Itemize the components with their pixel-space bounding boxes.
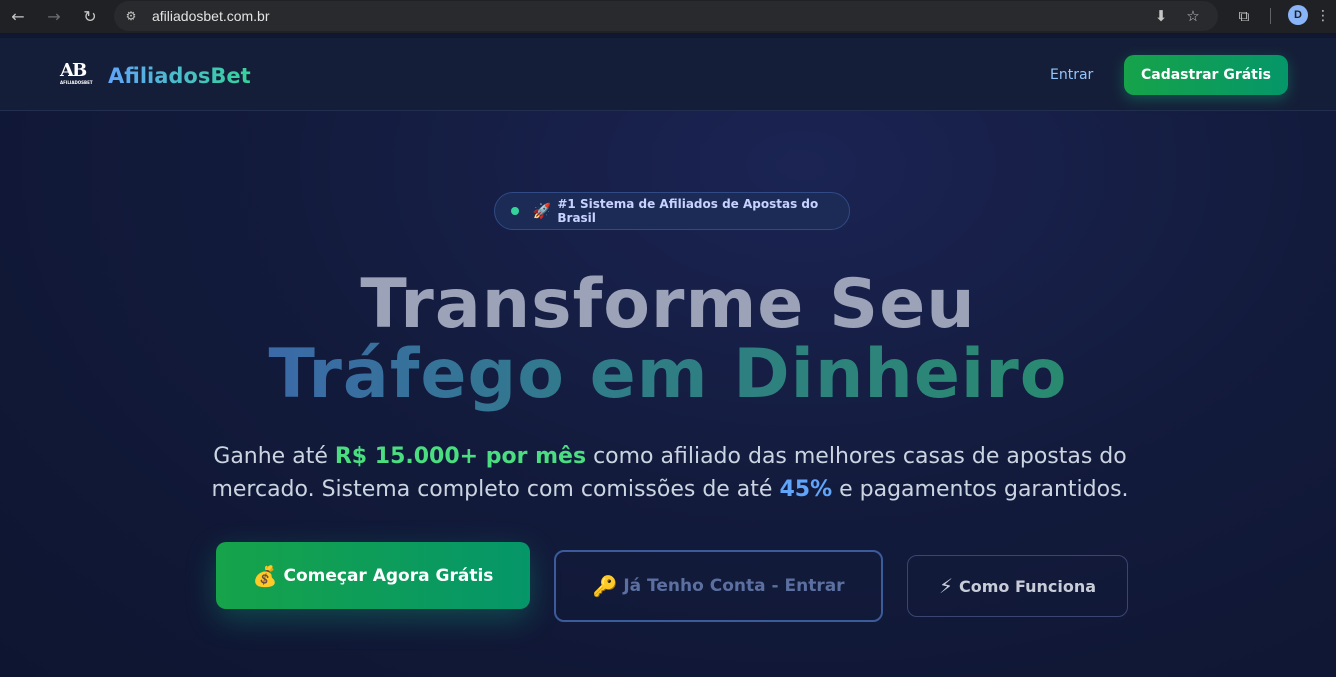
url-text[interactable]: afiliadosbet.com.br <box>152 8 270 24</box>
hero-title-line2: Tráfego em Dinheiro <box>0 335 1336 415</box>
hero-badge: 🚀 #1 Sistema de Afiliados de Apostas do … <box>494 192 850 230</box>
rocket-icon: 🚀 <box>532 202 552 220</box>
install-app-icon[interactable]: ⬇ <box>1150 5 1172 27</box>
forward-icon[interactable]: → <box>42 5 66 27</box>
login-link[interactable]: Entrar <box>1050 67 1093 83</box>
address-bar[interactable]: ⚙ afiliadosbet.com.br ⬇ ☆ <box>114 1 1218 31</box>
extensions-icon[interactable]: ⧉ <box>1233 5 1255 27</box>
status-dot-icon <box>511 207 519 215</box>
site-info-icon[interactable]: ⚙ <box>122 7 140 25</box>
signup-button[interactable]: Cadastrar Grátis <box>1124 55 1288 95</box>
site-header: AB AFILIADOSBET AfiliadosBet Entrar Cada… <box>0 38 1336 111</box>
have-account-label: Já Tenho Conta - Entrar <box>623 576 845 596</box>
browser-toolbar: ← → ↻ ⚙ afiliadosbet.com.br ⬇ ☆ ⧉ D ⋮ <box>0 0 1336 33</box>
reload-icon[interactable]: ↻ <box>78 5 102 27</box>
back-icon[interactable]: ← <box>6 5 30 27</box>
lightning-icon: ⚡ <box>938 574 953 598</box>
logo-letters: AB <box>60 60 87 81</box>
start-now-button[interactable]: 💰 Começar Agora Grátis <box>216 542 530 609</box>
badge-text: #1 Sistema de Afiliados de Apostas do Br… <box>557 197 819 225</box>
subtitle-highlight-earnings: R$ 15.000+ por mês <box>334 444 587 469</box>
how-it-works-button[interactable]: ⚡ Como Funciona <box>907 555 1128 617</box>
key-icon: 🔑 <box>592 574 618 598</box>
subtitle-part3: e pagamentos garantidos. <box>832 477 1129 502</box>
subtitle-part1: Ganhe até <box>213 444 335 469</box>
start-now-label: Começar Agora Grátis <box>283 565 494 586</box>
logo-small-text: AFILIADOSBET <box>60 80 93 85</box>
landing-page: AB AFILIADOSBET AfiliadosBet Entrar Cada… <box>0 38 1336 677</box>
have-account-button[interactable]: 🔑 Já Tenho Conta - Entrar <box>554 550 883 622</box>
hero-subtitle: Ganhe até R$ 15.000+ por mês como afilia… <box>170 440 1170 506</box>
subtitle-highlight-commission: 45% <box>779 477 833 502</box>
profile-avatar[interactable]: D <box>1288 5 1308 25</box>
hero-title-gradient: Tráfego em Dinheiro <box>268 335 1068 414</box>
bookmark-star-icon[interactable]: ☆ <box>1182 5 1204 27</box>
toolbar-divider <box>1270 8 1271 24</box>
brand-name[interactable]: AfiliadosBet <box>108 64 251 88</box>
hero-title-line1: Transforme Seu <box>360 265 976 344</box>
money-bag-icon: 💰 <box>252 563 278 588</box>
logo-icon[interactable]: AB AFILIADOSBET <box>60 60 93 86</box>
how-it-works-label: Como Funciona <box>959 576 1097 596</box>
browser-menu-icon[interactable]: ⋮ <box>1316 5 1330 27</box>
